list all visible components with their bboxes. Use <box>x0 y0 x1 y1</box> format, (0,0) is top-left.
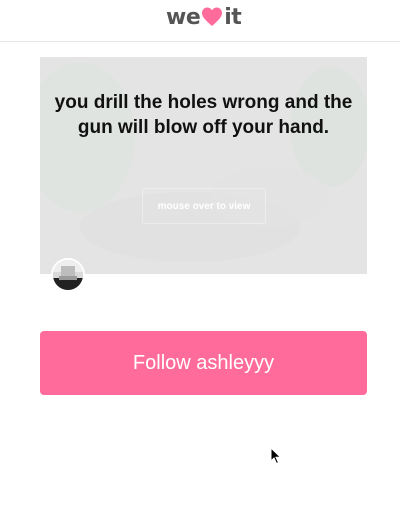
follow-button-label: Follow ashleyyy <box>132 351 275 374</box>
avatar-image <box>53 260 83 290</box>
weheartit-logo[interactable]: we it <box>166 4 242 30</box>
mouse-over-label: mouse over to view <box>157 200 251 212</box>
image-card[interactable]: you drill the holes wrong and the gun wi… <box>40 57 367 274</box>
logo-text-left: we <box>166 4 201 30</box>
logo-text-right: it <box>224 4 242 30</box>
quote-text: you drill the holes wrong and the gun wi… <box>54 92 353 138</box>
arrow-cursor-icon <box>270 447 282 465</box>
mouse-over-to-view-button[interactable]: mouse over to view <box>142 188 266 224</box>
heart-icon <box>201 6 223 28</box>
avatar[interactable] <box>51 258 85 292</box>
header: we it <box>0 0 400 42</box>
page: we it you drill the holes wrong and the … <box>0 0 400 526</box>
follow-button[interactable]: Follow ashleyyy <box>40 331 367 395</box>
